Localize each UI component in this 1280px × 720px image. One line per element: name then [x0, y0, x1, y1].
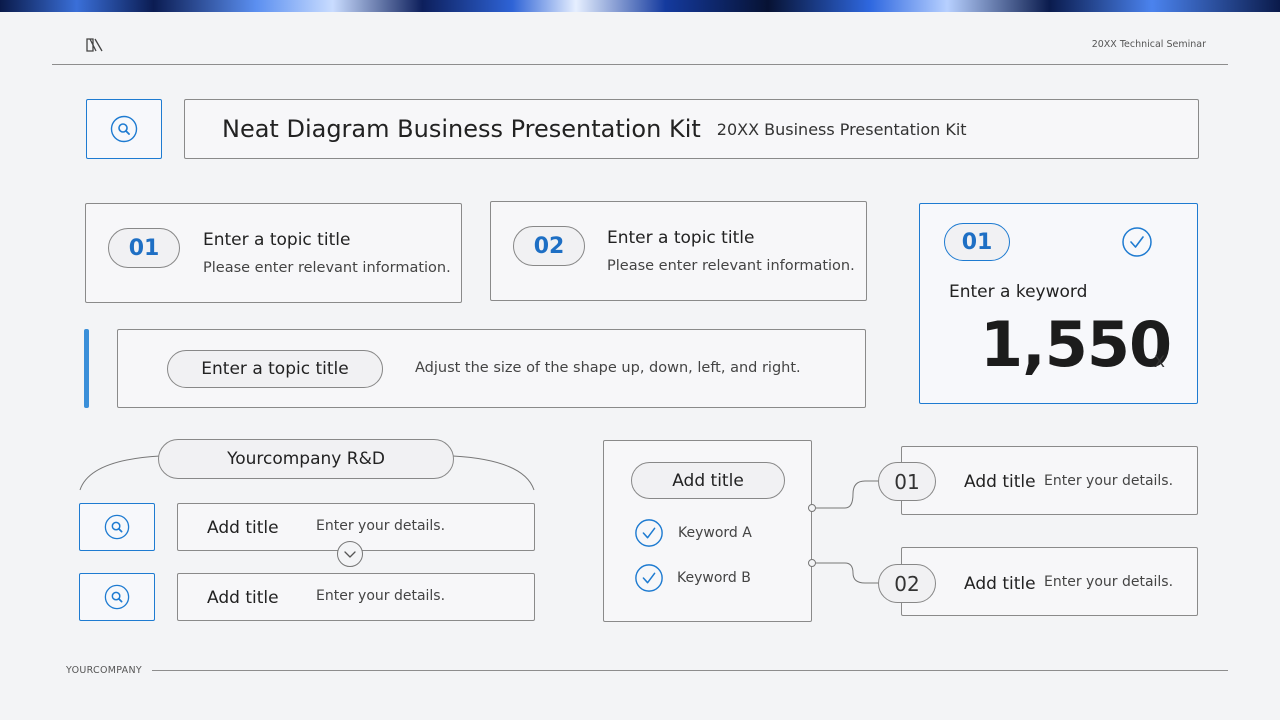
seminar-label: 20XX Technical Seminar — [1091, 39, 1206, 50]
rd-title: Yourcompany R&D — [227, 449, 385, 469]
branch-description: Enter your details. — [1044, 473, 1174, 489]
accent-bar — [84, 329, 89, 408]
rd-row-description: Enter your details. — [316, 518, 446, 534]
rd-title-pill: Yourcompany R&D — [158, 439, 454, 479]
chevron-down-icon[interactable] — [336, 540, 364, 568]
keyword-item: Keyword B — [677, 570, 751, 586]
branch-title: Add title — [964, 472, 1036, 492]
topic-card-1: 01 Enter a topic title Please enter rele… — [85, 203, 462, 303]
stat-card: 01 Enter a keyword 1,550 X — [919, 203, 1198, 404]
rd-row-title: Add title — [207, 518, 279, 538]
rd-row-1-search-button[interactable] — [79, 503, 155, 551]
topic-card-2: 02 Enter a topic title Please enter rele… — [490, 201, 867, 301]
keyword-panel: Add title Keyword A Keyword B — [603, 440, 812, 622]
wide-topic-title-pill: Enter a topic title — [167, 350, 383, 388]
branch-title: Add title — [964, 574, 1036, 594]
keyword-item: Keyword A — [678, 525, 752, 541]
rd-row-2: Add title Enter your details. — [177, 573, 535, 621]
stat-unit: X — [1154, 352, 1165, 371]
title-search-button[interactable] — [86, 99, 162, 159]
branch-number-badge: 01 — [878, 462, 936, 501]
branch-number: 01 — [894, 469, 920, 494]
rd-row-2-search-button[interactable] — [79, 573, 155, 621]
branch-number: 02 — [894, 571, 920, 596]
rd-row-title: Add title — [207, 588, 279, 608]
check-circle-icon — [1122, 227, 1152, 257]
topic-number: 02 — [533, 233, 565, 259]
page-title: Neat Diagram Business Presentation Kit — [222, 115, 701, 143]
stat-label: Enter a keyword — [949, 282, 1088, 302]
title-bar: Neat Diagram Business Presentation Kit 2… — [184, 99, 1199, 159]
topic-description: Please enter relevant information. — [203, 260, 451, 276]
topic-description: Please enter relevant information. — [607, 258, 855, 274]
topic-number-badge: 02 — [513, 226, 585, 266]
branch-number-badge: 02 — [878, 564, 936, 603]
stat-value: 1,550 — [980, 308, 1172, 381]
brand-logo-icon — [86, 38, 103, 52]
branch-card-2: Add title Enter your details. — [901, 547, 1198, 616]
topic-title: Enter a topic title — [203, 230, 351, 250]
stat-number-badge: 01 — [944, 223, 1010, 261]
check-circle-icon — [635, 519, 663, 547]
branch-connectors — [808, 480, 881, 584]
footer-company: YOURCOMPANY — [66, 665, 142, 676]
stat-number: 01 — [961, 229, 993, 255]
keyword-panel-title-pill: Add title — [631, 462, 785, 499]
wide-topic-card: Enter a topic title Adjust the size of t… — [117, 329, 866, 408]
topic-number: 01 — [128, 235, 160, 261]
search-icon — [104, 584, 130, 610]
search-icon — [104, 514, 130, 540]
wide-topic-description: Adjust the size of the shape up, down, l… — [415, 360, 801, 376]
wide-topic-title: Enter a topic title — [201, 359, 349, 379]
branch-description: Enter your details. — [1044, 574, 1174, 590]
header-divider — [52, 64, 1228, 65]
branch-card-1: Add title Enter your details. — [901, 446, 1198, 515]
footer-divider — [152, 670, 1228, 671]
check-circle-icon — [635, 564, 663, 592]
topic-title: Enter a topic title — [607, 228, 755, 248]
rd-row-description: Enter your details. — [316, 588, 446, 604]
decorative-top-banner — [0, 0, 1280, 12]
keyword-panel-title: Add title — [672, 470, 744, 491]
search-icon — [110, 115, 138, 143]
topic-number-badge: 01 — [108, 228, 180, 268]
page-subtitle: 20XX Business Presentation Kit — [716, 119, 967, 139]
